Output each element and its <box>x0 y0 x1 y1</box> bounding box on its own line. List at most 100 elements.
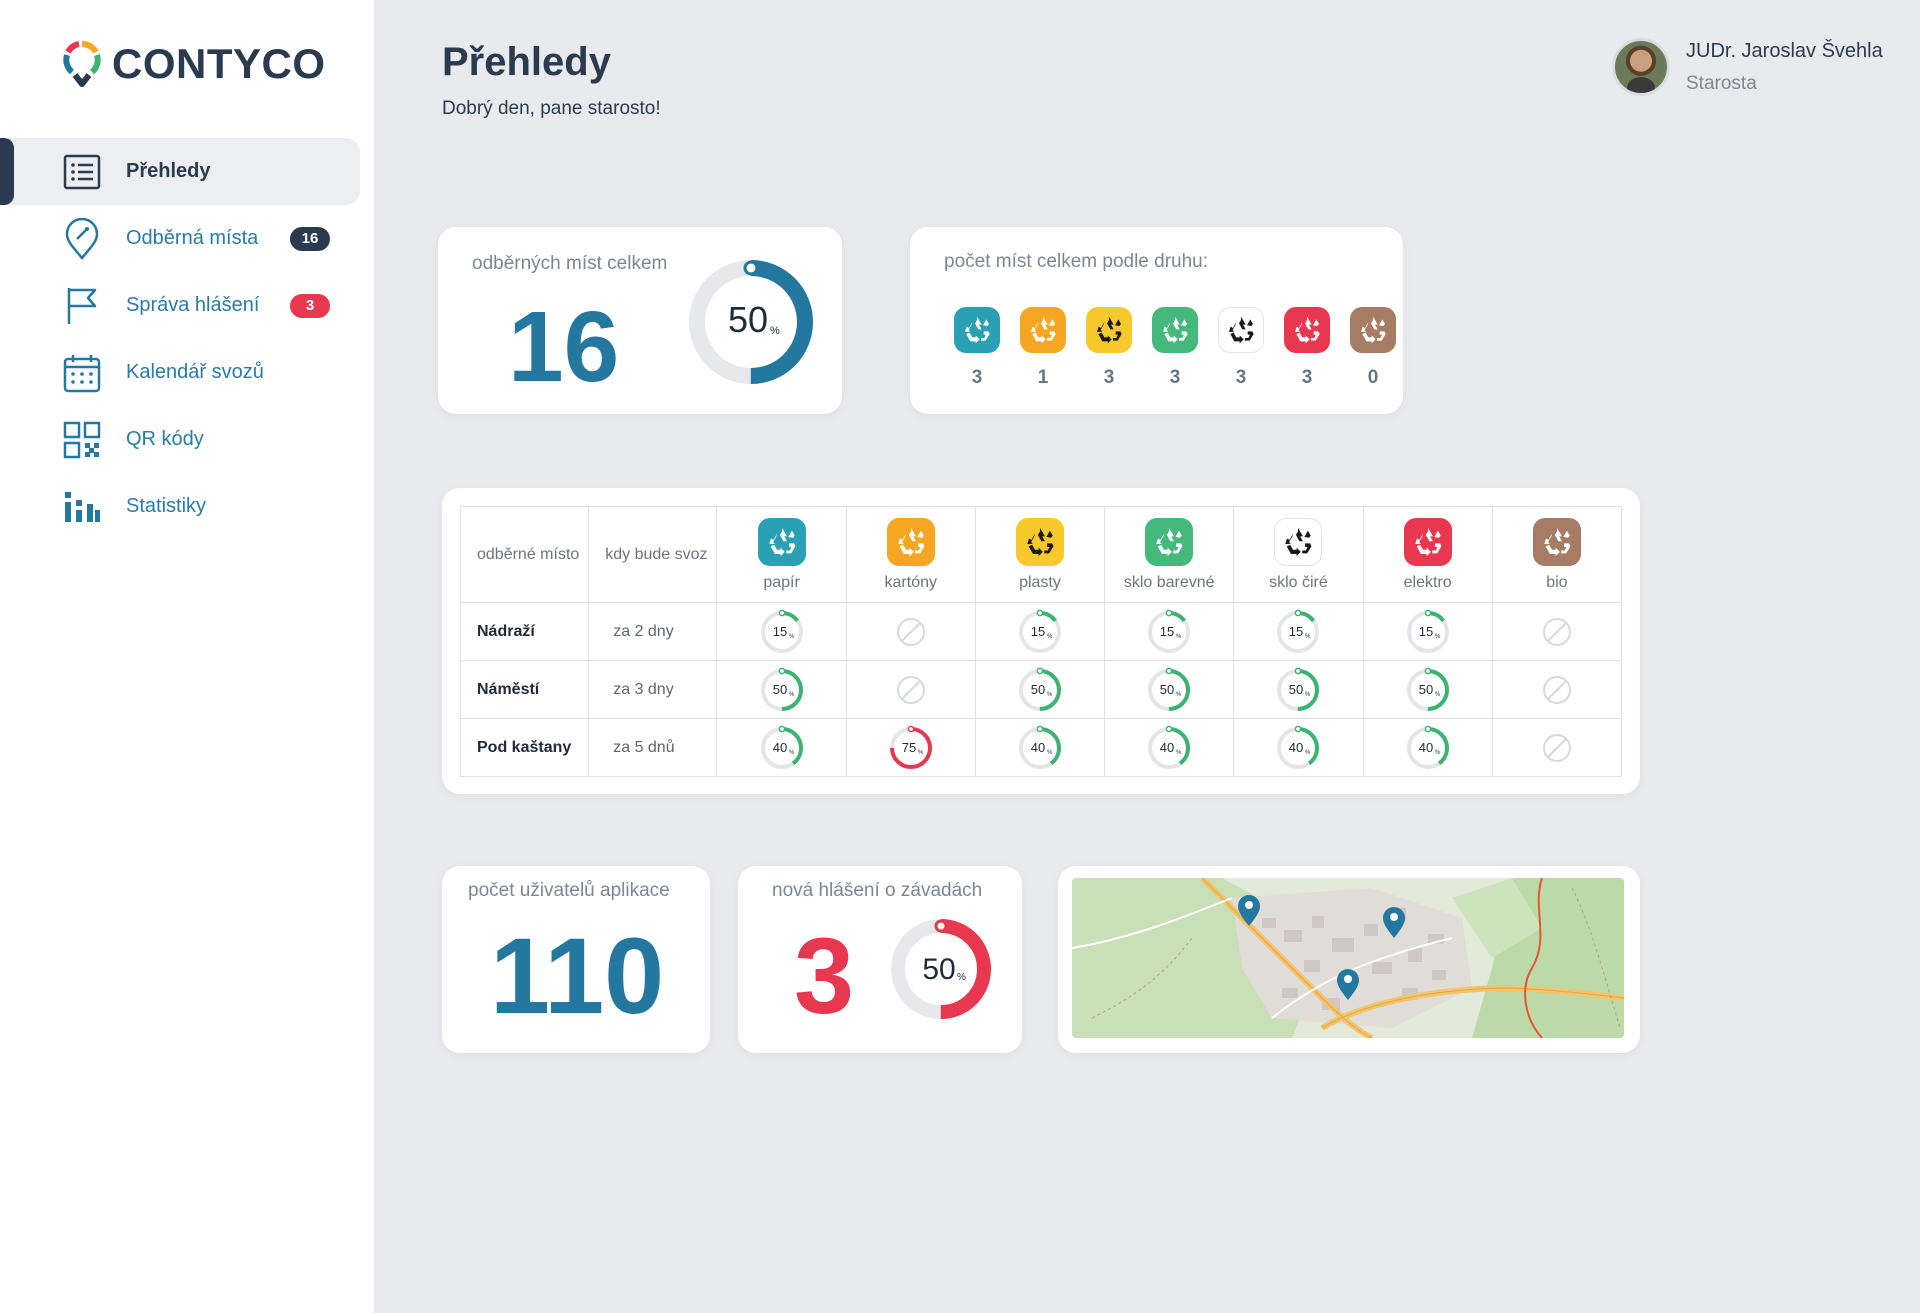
col-header-label: sklo barevné <box>1123 573 1215 591</box>
cell-fill-level[interactable]: 50% <box>1104 660 1235 719</box>
cell-fill-level[interactable]: 15% <box>974 602 1106 661</box>
type-count-item[interactable]: 3 <box>1274 307 1340 389</box>
cell-place[interactable]: Nádraží <box>459 602 590 661</box>
col-header-sklo-cire[interactable]: sklo čiré <box>1233 506 1364 603</box>
cell-fill-level[interactable]: 15% <box>1233 602 1364 661</box>
fill-level-donut: 50% <box>1148 667 1191 711</box>
cell-fill-level[interactable] <box>1491 602 1623 661</box>
sidebar-item-statistiky[interactable]: Statistiky <box>0 473 374 540</box>
fill-level-value: 50 <box>1418 682 1432 697</box>
cell-fill-level[interactable] <box>1491 718 1623 777</box>
type-count-value: 3 <box>971 367 983 388</box>
svg-text:%: % <box>1176 692 1182 698</box>
card-label: odběrných míst celkem <box>472 253 668 274</box>
fill-level-donut: 15% <box>1148 609 1191 653</box>
fill-level-value: 75 <box>902 740 916 755</box>
col-header-place[interactable]: odběrné místo <box>459 506 590 603</box>
fill-level-donut: 40% <box>1018 725 1061 769</box>
total-places-card[interactable]: odběrných míst celkem 16 50 % <box>438 227 842 414</box>
fill-level-donut: 15% <box>760 609 803 653</box>
app-users-card[interactable]: počet uživatelů aplikace 110 <box>442 866 710 1053</box>
recycle-bio-icon <box>1350 307 1396 353</box>
cell-fill-level[interactable]: 40% <box>1104 718 1235 777</box>
cell-place[interactable]: Pod kaštany <box>459 718 590 777</box>
col-header-bio[interactable]: bio <box>1491 506 1623 603</box>
fill-level-value: 40 <box>1418 740 1432 755</box>
flag-icon <box>62 286 102 326</box>
not-available-icon <box>1542 617 1571 646</box>
cell-fill-level[interactable]: 15% <box>1104 602 1235 661</box>
cell-fill-level[interactable] <box>845 660 976 719</box>
type-count-value: 3 <box>1235 367 1247 388</box>
bar-stats-icon <box>62 487 102 527</box>
cell-fill-level[interactable]: 40% <box>716 718 847 777</box>
type-count-item[interactable]: 1 <box>1010 307 1076 389</box>
svg-text:%: % <box>789 692 795 698</box>
collection-table-card: odběrné místo kdy bude svoz papír kartóny… <box>442 488 1640 794</box>
places-by-type-card[interactable]: počet míst celkem podle druhu: 3 1 3 3 3 3 0 <box>910 227 1403 414</box>
type-count-item[interactable]: 3 <box>944 307 1010 389</box>
fill-level-value: 50 <box>1160 682 1174 697</box>
sidebar-item-kalendar-svozu[interactable]: Kalendář svozů <box>0 339 374 406</box>
fill-level-value: 50 <box>1031 682 1045 697</box>
cell-place[interactable]: Náměstí <box>459 660 590 719</box>
svg-text:%: % <box>1305 634 1311 640</box>
avatar[interactable] <box>1612 38 1670 96</box>
cell-fill-level[interactable]: 40% <box>974 718 1106 777</box>
sidebar-item-prehledy[interactable]: Přehledy <box>0 138 360 205</box>
recycle-plasty-icon <box>1086 307 1132 353</box>
cell-fill-level[interactable] <box>845 602 976 661</box>
cell-fill-level[interactable]: 50% <box>974 660 1106 719</box>
col-header-label: bio <box>1546 573 1568 591</box>
col-header-elektro[interactable]: elektro <box>1362 506 1493 603</box>
user-profile[interactable]: JUDr. Jaroslav Švehla Starosta <box>1612 38 1883 96</box>
type-count-item[interactable]: 3 <box>1076 307 1142 389</box>
type-count-item[interactable]: 3 <box>1142 307 1208 389</box>
cell-fill-level[interactable]: 40% <box>1362 718 1493 777</box>
col-header-papir[interactable]: papír <box>716 506 847 603</box>
fill-level-value: 40 <box>1289 740 1303 755</box>
svg-text:%: % <box>1435 634 1441 640</box>
fill-level-value: 15 <box>1031 624 1045 639</box>
cell-fill-level[interactable]: 15% <box>716 602 847 661</box>
recycle-papir-icon <box>954 307 1000 353</box>
col-header-plasty[interactable]: plasty <box>974 506 1106 603</box>
fill-level-value: 15 <box>772 624 786 639</box>
table-row[interactable]: Pod kaštany za 5 dnů 40% 75% 40% 40% 40% 40% <box>459 718 1623 777</box>
new-reports-card[interactable]: nová hlášení o závadách 3 50 % <box>738 866 1022 1053</box>
cell-fill-level[interactable]: 50% <box>1362 660 1493 719</box>
col-header-kartony[interactable]: kartóny <box>845 506 976 603</box>
percent-sign: % <box>957 972 966 983</box>
map-canvas[interactable] <box>1072 878 1624 1038</box>
brand-logo[interactable]: CONTYCO <box>62 40 326 88</box>
fill-level-value: 40 <box>1031 740 1045 755</box>
map-card[interactable] <box>1058 866 1640 1053</box>
svg-text:%: % <box>1176 634 1182 640</box>
new-reports-value: 3 <box>794 915 855 1036</box>
cell-fill-level[interactable]: 75% <box>845 718 976 777</box>
type-count-item[interactable]: 3 <box>1208 307 1274 389</box>
cell-when: za 3 dny <box>588 660 718 719</box>
col-header-when[interactable]: kdy bude svoz <box>588 506 718 603</box>
collection-table: odběrné místo kdy bude svoz papír kartóny… <box>459 506 1623 777</box>
cell-fill-level[interactable]: 15% <box>1362 602 1493 661</box>
type-count-item[interactable]: 0 <box>1340 307 1406 389</box>
fill-level-value: 40 <box>1160 740 1174 755</box>
sidebar-item-qr-kody[interactable]: QR kódy <box>0 406 374 473</box>
logo-mark-icon <box>63 40 101 87</box>
cell-fill-level[interactable]: 50% <box>716 660 847 719</box>
svg-text:%: % <box>1047 634 1053 640</box>
svg-text:%: % <box>789 750 795 756</box>
donut-value: 50 <box>922 953 955 986</box>
col-header-label: papír <box>763 573 800 591</box>
table-row[interactable]: Náměstí za 3 dny 50% 50% 50% 50% 50% <box>459 660 1623 719</box>
cell-fill-level[interactable] <box>1491 660 1623 719</box>
sidebar-item-odberna-mista[interactable]: Odběrná místa 16 <box>0 205 374 272</box>
collection-points-map[interactable] <box>1072 878 1624 1038</box>
col-header-label: sklo čiré <box>1269 573 1328 591</box>
table-row[interactable]: Nádraží za 2 dny 15% 15% 15% 15% 15% <box>459 602 1623 661</box>
cell-fill-level[interactable]: 40% <box>1233 718 1364 777</box>
cell-fill-level[interactable]: 50% <box>1233 660 1364 719</box>
sidebar-item-sprava-hlaseni[interactable]: Správa hlášení 3 <box>0 272 374 339</box>
col-header-sklo-barevne[interactable]: sklo barevné <box>1104 506 1235 603</box>
